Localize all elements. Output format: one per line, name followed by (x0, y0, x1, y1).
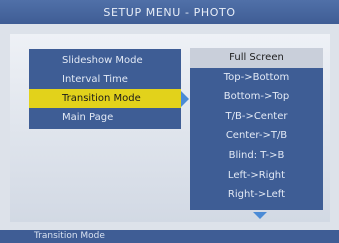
option-tb-to-center[interactable]: T/B->Center (190, 107, 323, 127)
option-full-screen[interactable]: Full Screen (190, 48, 323, 68)
option-top-to-bottom[interactable]: Top->Bottom (190, 68, 323, 88)
option-left-to-right[interactable]: Left->Right (190, 166, 323, 186)
status-text: Transition Mode (34, 231, 105, 241)
setup-screen: SETUP MENU - PHOTO Slideshow Mode Interv… (0, 0, 339, 243)
page-title: SETUP MENU - PHOTO (103, 5, 236, 19)
title-bar: SETUP MENU - PHOTO (0, 0, 339, 24)
arrow-down-icon[interactable] (253, 212, 267, 219)
transition-options-menu: Full Screen Top->Bottom Bottom->Top T/B-… (190, 48, 323, 210)
menu-item-main-page[interactable]: Main Page (29, 108, 181, 127)
option-bottom-to-top[interactable]: Bottom->Top (190, 87, 323, 107)
arrow-right-icon (181, 91, 189, 107)
menu-item-interval-time[interactable]: Interval Time (29, 70, 181, 89)
menu-item-transition-mode[interactable]: Transition Mode (29, 89, 181, 108)
menu-item-slideshow-mode[interactable]: Slideshow Mode (29, 51, 181, 70)
option-blind-t-to-b[interactable]: Blind: T->B (190, 146, 323, 166)
status-bar: Transition Mode (0, 230, 339, 243)
option-center-to-tb[interactable]: Center->T/B (190, 126, 323, 146)
option-right-to-left[interactable]: Right->Left (190, 185, 323, 205)
setup-menu: Slideshow Mode Interval Time Transition … (29, 49, 181, 129)
